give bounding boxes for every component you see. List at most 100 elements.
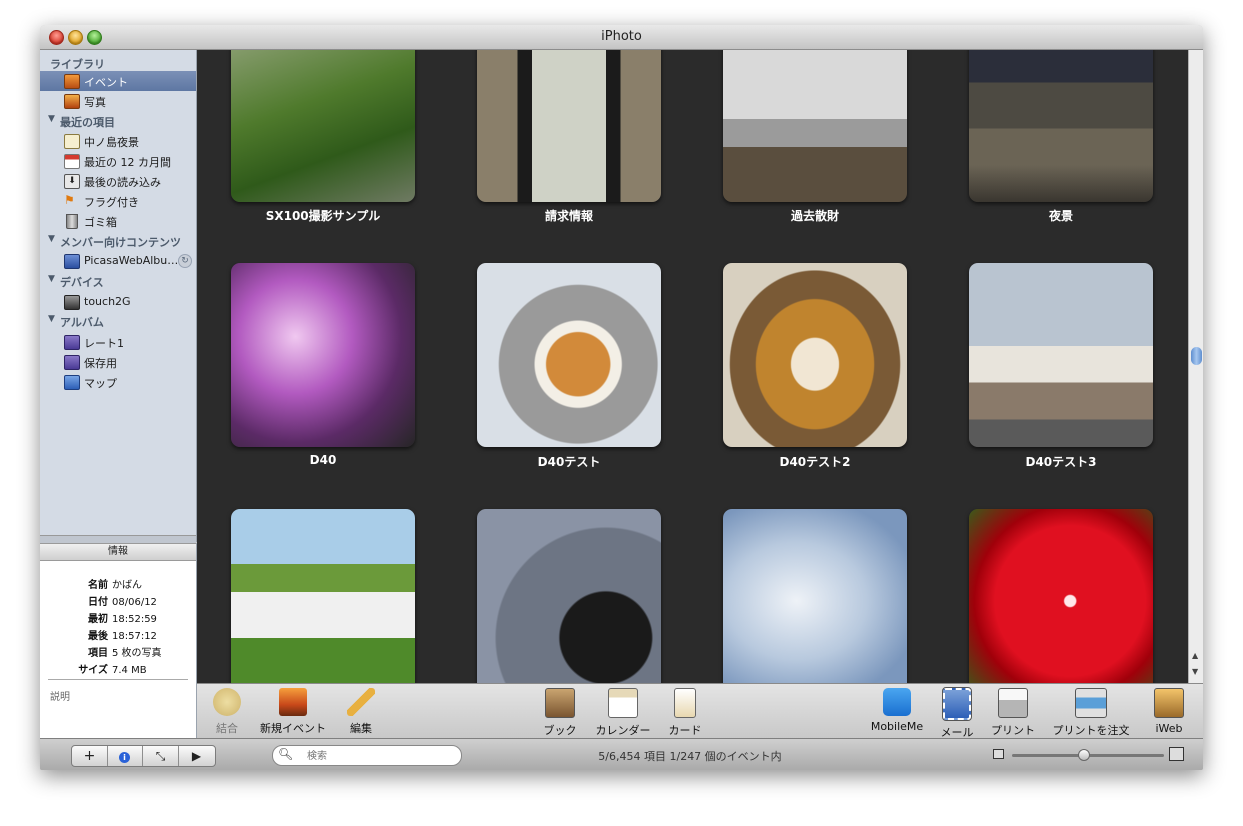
calendar-label: カレンダー <box>595 724 651 737</box>
disclosure-triangle-icon[interactable]: ▼ <box>48 314 55 324</box>
toolbar: 結合 新規イベント 編集 ブック カレンダー カード MobileMe メール <box>197 683 1203 739</box>
sidebar-item-trash[interactable]: ゴミ箱 <box>40 211 196 231</box>
event-title[interactable]: D40テスト <box>446 453 692 470</box>
fullscreen-button[interactable]: ⤡ <box>143 746 179 766</box>
sidebar-item-photos[interactable]: 写真 <box>40 91 196 111</box>
event-title[interactable]: SX100撮影サンプル <box>200 207 446 224</box>
iweb-label: iWeb <box>1155 722 1183 735</box>
event-thumbnail[interactable] <box>723 509 907 683</box>
event-thumbnail[interactable] <box>969 509 1153 683</box>
import-icon: ⬇ <box>64 174 80 189</box>
add-button[interactable]: + <box>72 746 108 766</box>
merge-label: 結合 <box>216 722 238 735</box>
sidebar-section-library: ライブラリ <box>40 53 196 73</box>
web-album-icon <box>64 254 80 269</box>
event-title[interactable]: 請求情報 <box>446 207 692 224</box>
calendar-button[interactable]: カレンダー <box>593 688 653 738</box>
section-label: アルバム <box>60 316 104 329</box>
trash-icon <box>66 214 78 229</box>
sidebar-item-label: PicasaWebAlbu… <box>84 254 179 267</box>
sidebar-item-rate1[interactable]: レート1 <box>40 332 196 352</box>
section-label: デバイス <box>60 276 104 289</box>
info-key: 最後 <box>88 631 108 642</box>
new-event-button[interactable]: 新規イベント <box>260 688 326 736</box>
order-prints-button[interactable]: プリントを注文 <box>1050 688 1132 738</box>
sidebar-section-albums[interactable]: ▼ アルバム <box>40 311 196 331</box>
merge-icon <box>213 688 241 716</box>
title-bar[interactable]: iPhoto <box>40 25 1203 50</box>
small-thumbnail-icon[interactable] <box>993 749 1004 759</box>
info-button[interactable]: i <box>107 746 143 766</box>
section-label: ライブラリ <box>50 58 105 71</box>
vertical-scrollbar[interactable]: ▲ ▼ <box>1188 50 1203 683</box>
event-thumbnail[interactable] <box>477 50 661 202</box>
event-thumbnail[interactable] <box>477 509 661 683</box>
print-label: プリント <box>991 724 1035 737</box>
sidebar-item-flagged[interactable]: ⚑ フラグ付き <box>40 191 196 211</box>
sidebar-item-map[interactable]: マップ <box>40 372 196 392</box>
book-button[interactable]: ブック <box>540 688 580 738</box>
event-thumbnail[interactable] <box>231 50 415 202</box>
thumbnail-size-slider[interactable] <box>1012 749 1164 761</box>
event-thumbnail[interactable] <box>723 263 907 447</box>
sidebar-item-last-12-months[interactable]: 最近の 12 カ月間 <box>40 151 196 171</box>
info-value[interactable]: かばん <box>112 580 142 591</box>
info-row-last: 最後 18:57:12 <box>40 627 157 642</box>
event-thumbnail[interactable] <box>723 50 907 202</box>
large-thumbnail-icon[interactable] <box>1169 747 1184 761</box>
print-button[interactable]: プリント <box>990 688 1036 738</box>
disclosure-triangle-icon[interactable]: ▼ <box>48 114 55 124</box>
play-slideshow-button[interactable]: ▶ <box>179 746 214 766</box>
event-thumbnail[interactable] <box>477 263 661 447</box>
info-value: 5 枚の写真 <box>112 648 162 659</box>
sidebar-item-label: 最後の読み込み <box>84 176 161 189</box>
event-title[interactable]: 過去散財 <box>692 207 938 224</box>
card-label: カード <box>668 724 702 737</box>
sync-icon[interactable]: ↻ <box>178 254 192 268</box>
sidebar-section-devices[interactable]: ▼ デバイス <box>40 271 196 291</box>
camera-icon <box>64 295 80 310</box>
event-title[interactable]: D40テスト3 <box>938 453 1184 470</box>
description-field[interactable]: 説明 <box>50 688 70 703</box>
search-input[interactable] <box>305 748 457 764</box>
event-title[interactable]: 夜景 <box>938 207 1184 224</box>
search-icon[interactable]: 🔍︎ <box>278 747 293 761</box>
event-thumbnail[interactable] <box>969 50 1153 202</box>
info-key: 項目 <box>88 648 108 659</box>
info-value: 18:52:59 <box>112 614 157 625</box>
book-label: ブック <box>543 724 577 737</box>
scroll-thumb[interactable] <box>1191 347 1202 365</box>
event-icon <box>64 134 80 149</box>
sidebar-item-save[interactable]: 保存用 <box>40 352 196 372</box>
iphoto-window: iPhoto ライブラリ イベント 写真 ▼ 最近の項目 中ノ島夜景 最近の 1… <box>40 25 1203 770</box>
mail-button[interactable]: メール <box>939 687 975 740</box>
sidebar-item-last-import[interactable]: ⬇ 最後の読み込み <box>40 171 196 191</box>
iweb-button[interactable]: iWeb <box>1145 688 1193 735</box>
event-thumbnail[interactable] <box>969 263 1153 447</box>
sidebar-item-events[interactable]: イベント <box>40 71 196 91</box>
disclosure-triangle-icon[interactable]: ▼ <box>48 234 55 244</box>
sidebar-item-touch2g[interactable]: touch2G <box>40 292 196 312</box>
info-row-items: 項目 5 枚の写真 <box>40 644 162 659</box>
edit-button[interactable]: 編集 <box>341 688 381 736</box>
event-thumbnail[interactable] <box>231 509 415 683</box>
source-list: ライブラリ イベント 写真 ▼ 最近の項目 中ノ島夜景 最近の 12 カ月間 ⬇… <box>40 50 197 542</box>
sidebar-item-recent-event[interactable]: 中ノ島夜景 <box>40 131 196 151</box>
sidebar-section-members[interactable]: ▼ メンバー向けコンテンツ <box>40 231 196 251</box>
sidebar-item-label: マップ <box>84 377 117 390</box>
slider-knob[interactable] <box>1078 749 1090 761</box>
disclosure-triangle-icon[interactable]: ▼ <box>48 274 55 284</box>
sidebar-item-label: touch2G <box>84 295 131 308</box>
event-thumbnail[interactable] <box>231 263 415 447</box>
sidebar-item-picasa[interactable]: PicasaWebAlbu… ↻ <box>40 251 196 271</box>
search-field[interactable]: 🔍︎ <box>272 745 462 766</box>
event-title[interactable]: D40 <box>200 453 446 467</box>
merge-button[interactable]: 結合 <box>207 688 247 736</box>
scroll-down-arrow-icon[interactable]: ▼ <box>1192 667 1198 676</box>
card-button[interactable]: カード <box>665 688 705 738</box>
sidebar-section-recent[interactable]: ▼ 最近の項目 <box>40 111 196 131</box>
event-title[interactable]: D40テスト2 <box>692 453 938 470</box>
info-header[interactable]: 情報 <box>40 543 196 561</box>
scroll-up-arrow-icon[interactable]: ▲ <box>1192 651 1198 660</box>
mobileme-button[interactable]: MobileMe <box>868 688 926 733</box>
